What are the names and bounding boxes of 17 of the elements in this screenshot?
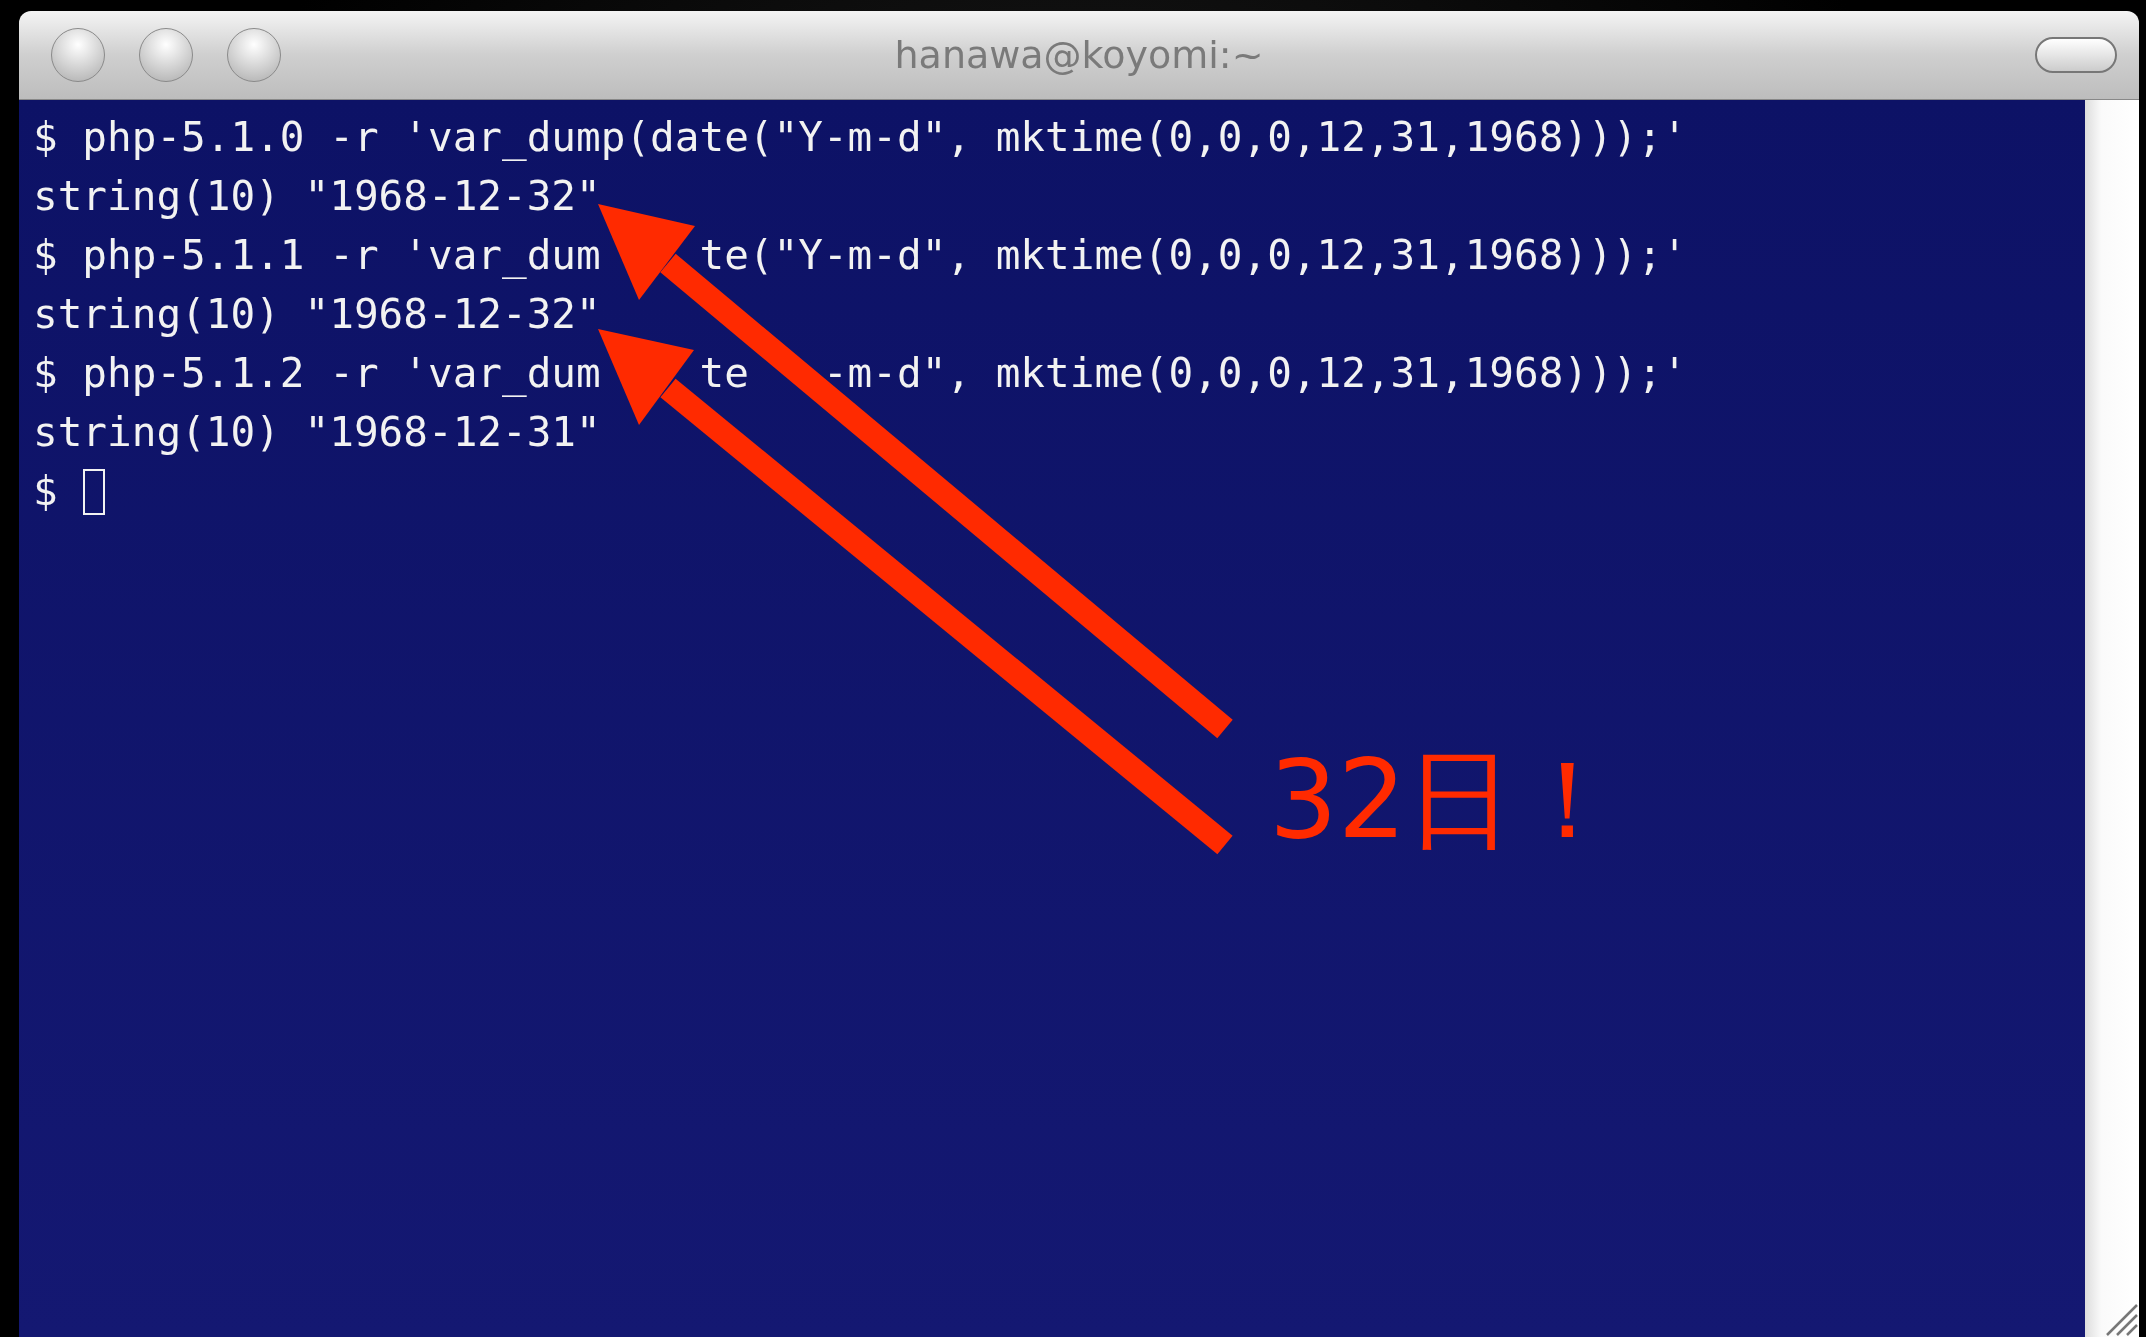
terminal-text: -m-d", mktime(0,0,0,12,31,1968)));' xyxy=(822,348,1687,399)
minimize-button[interactable] xyxy=(139,28,193,82)
window-title: hanawa@koyomi:~ xyxy=(894,33,1264,77)
zoom-button[interactable] xyxy=(227,28,281,82)
close-button[interactable] xyxy=(51,28,105,82)
terminal-text: $ php-5.1.0 -r 'var_dump(date("Y-m-d", mktime(0,0,0,12,31,1968)));' xyxy=(33,112,1687,163)
cursor xyxy=(82,468,105,515)
terminal-text: te xyxy=(699,348,749,399)
terminal-text: $ php-5.1.1 -r 'var_dum xyxy=(33,230,601,281)
terminal-text: string(10) "1968-12-32" xyxy=(33,171,601,222)
prompt: $ xyxy=(33,466,58,517)
annotation-text: 32日！ xyxy=(1269,736,1623,864)
toolbar-toggle-button[interactable] xyxy=(2035,37,2117,73)
terminal-text: te("Y-m-d", mktime(0,0,0,12,31,1968)));' xyxy=(699,230,1687,281)
terminal-text: $ php-5.1.2 -r 'var_dum xyxy=(33,348,601,399)
terminal-text: string(10) "1968-12-31" xyxy=(33,407,601,458)
terminal-text: string(10) "1968-12-32" xyxy=(33,289,601,340)
